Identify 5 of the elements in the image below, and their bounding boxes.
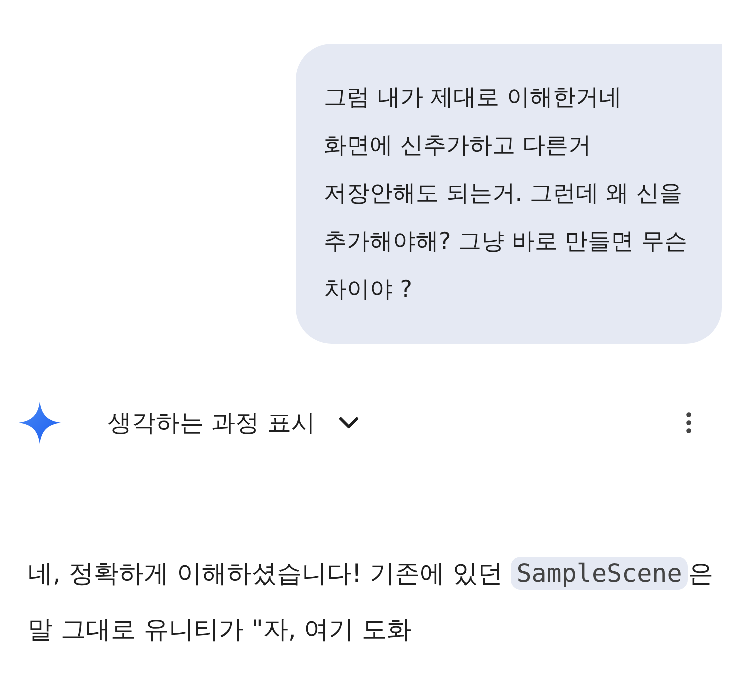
response-paragraph: 네, 정확하게 이해하셨습니다! 기존에 있던 SampleScene 은 말 그대로 유니티가 "자, 여기 도화 <box>28 556 714 646</box>
user-message: 그럼 내가 제대로 이해한거네 화면에 신추가하고 다른거 저장안해도 되는거. 그런데 왜 신을 추가해야해? 그냥 바로 만들면 무슨 차이야 ? <box>296 44 722 344</box>
sparkle-icon <box>17 400 63 446</box>
show-thinking-toggle[interactable]: 생각하는 과정 표시 <box>108 407 362 439</box>
more-options-button[interactable] <box>686 411 692 435</box>
